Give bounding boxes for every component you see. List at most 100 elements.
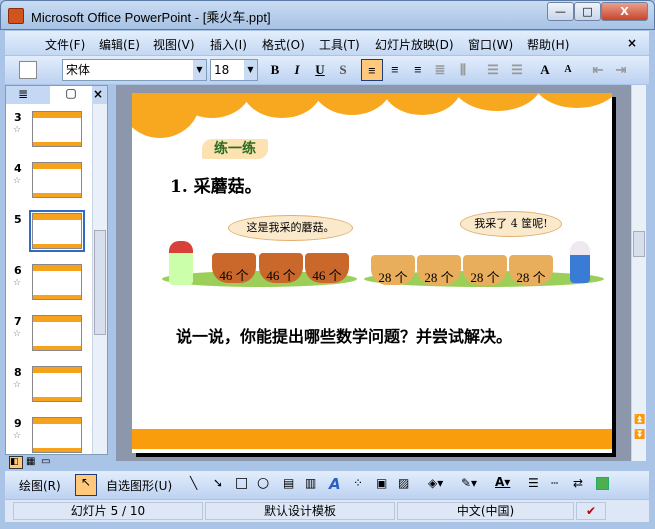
distribute-icon[interactable]: ≣: [430, 59, 450, 81]
next-slide-icon[interactable]: ⏬: [634, 430, 645, 440]
maximize-button[interactable]: □: [574, 2, 601, 21]
clipart-icon[interactable]: ▣: [376, 476, 387, 490]
rectangle-icon[interactable]: □: [235, 475, 248, 491]
question-text: 说一说，你能提出哪些数学问题？并尝试解决。: [176, 327, 513, 346]
slide-number: 3: [14, 111, 22, 124]
bold-button[interactable]: B: [265, 59, 285, 81]
slide-thumbnail[interactable]: [32, 366, 82, 402]
basket-28: 28 个: [463, 255, 507, 285]
slide-number: 8: [14, 366, 22, 379]
increase-font-button[interactable]: A: [535, 59, 555, 81]
slide-number: 9: [14, 417, 22, 430]
status-slide-count: 幻灯片 5 / 10: [13, 502, 203, 520]
slides-tab-icon[interactable]: ▢: [50, 86, 92, 104]
menu-slideshow[interactable]: 幻灯片放映(D): [375, 36, 454, 53]
menu-tools[interactable]: 工具(T): [319, 36, 360, 53]
chevron-down-icon[interactable]: ▼: [244, 60, 257, 80]
slide-number: 4: [14, 162, 22, 175]
section-heading: 练一练: [202, 139, 268, 159]
shadow-style-icon[interactable]: [596, 477, 609, 490]
basket-28: 28 个: [371, 255, 415, 285]
line-icon[interactable]: ╲: [190, 476, 197, 490]
slide-scrollbar[interactable]: ⏫ ⏬: [631, 85, 646, 461]
fill-color-icon[interactable]: ◈▾: [428, 476, 443, 490]
scroll-thumb[interactable]: [94, 230, 106, 335]
select-pointer-icon[interactable]: ↖: [75, 474, 97, 496]
arrow-style-icon[interactable]: ⇄: [573, 476, 583, 490]
shadow-button[interactable]: S: [333, 59, 353, 81]
wordart-icon[interactable]: A: [329, 475, 341, 493]
menu-edit[interactable]: 编辑(E): [99, 36, 140, 53]
menu-bar: 文件(F) 编辑(E) 视图(V) 插入(I) 格式(O) 工具(T) 幻灯片放…: [5, 31, 649, 55]
textbox-icon[interactable]: ▤: [283, 476, 294, 490]
close-button[interactable]: X: [601, 2, 648, 21]
title-bar: Microsoft Office PowerPoint - [乘火车.ppt] …: [0, 0, 655, 30]
normal-view-icon[interactable]: ◧: [9, 456, 23, 469]
slide-thumbnail[interactable]: [29, 210, 85, 252]
outline-tab-icon[interactable]: ≣: [18, 87, 28, 101]
decrease-indent-icon[interactable]: ⇤: [589, 59, 607, 81]
chevron-down-icon[interactable]: ▼: [193, 60, 206, 80]
align-center-icon[interactable]: ≡: [385, 59, 405, 81]
minimize-button[interactable]: —: [547, 2, 574, 21]
animation-star-icon: ☆: [13, 380, 22, 390]
status-template: 默认设计模板: [205, 502, 395, 520]
panel-tabs: ≣ ▢ ×: [6, 86, 107, 104]
animation-star-icon: ☆: [13, 329, 22, 339]
numbering-icon[interactable]: ☰: [483, 59, 503, 81]
underline-button[interactable]: U: [310, 59, 330, 81]
view-buttons: ◧ ▦ ▭: [6, 456, 108, 470]
slide-thumbnail[interactable]: [32, 315, 82, 351]
autoshapes-menu[interactable]: 自选图形(U): [106, 477, 172, 494]
drawing-toolbar: 绘图(R) ↖ 自选图形(U) ╲ ➘ □ ○ ▤ ▥ A ⁘ ▣ ▨ ◈▾ ✎…: [5, 471, 649, 499]
menu-insert[interactable]: 插入(I): [210, 36, 247, 53]
decrease-font-button[interactable]: A: [558, 59, 578, 81]
new-document-icon[interactable]: [19, 61, 37, 79]
slide-thumbnail[interactable]: [32, 111, 82, 147]
spellcheck-icon[interactable]: ✔: [576, 502, 606, 520]
powerpoint-icon: [8, 8, 24, 24]
diagram-icon[interactable]: ⁘: [353, 476, 363, 490]
slides-panel: ≣ ▢ × 3 ☆ 4 ☆ 5 6 ☆ 7 ☆ 8 ☆ 9 ☆: [5, 85, 108, 455]
line-color-icon[interactable]: ✎▾: [461, 476, 477, 490]
rabbit-boy-illustration: [570, 241, 590, 283]
align-right-icon[interactable]: ≡: [408, 59, 428, 81]
panel-scrollbar[interactable]: [92, 104, 107, 454]
font-size-select[interactable]: 18 ▼: [210, 59, 258, 81]
font-select[interactable]: 宋体 ▼: [62, 59, 207, 81]
scroll-thumb[interactable]: [633, 231, 645, 257]
line-style-icon[interactable]: ☰: [528, 476, 539, 490]
draw-menu[interactable]: 绘图(R): [19, 477, 61, 494]
italic-button[interactable]: I: [287, 59, 307, 81]
menu-format[interactable]: 格式(O): [262, 36, 305, 53]
slide-number: 5: [14, 213, 22, 226]
animation-star-icon: ☆: [13, 278, 22, 288]
dash-style-icon[interactable]: ┄: [551, 476, 558, 490]
menu-file[interactable]: 文件(F): [45, 36, 85, 53]
slide-thumbnail[interactable]: [32, 162, 82, 198]
increase-indent-icon[interactable]: ⇥: [612, 59, 630, 81]
bullets-icon[interactable]: ☰: [507, 59, 527, 81]
status-bar: 幻灯片 5 / 10 默认设计模板 中文(中国) ✔: [5, 500, 649, 522]
font-color-icon[interactable]: A▾: [495, 475, 510, 489]
slide-number: 7: [14, 315, 22, 328]
menu-window[interactable]: 窗口(W): [468, 36, 513, 53]
slide-thumbnail[interactable]: [32, 264, 82, 300]
status-language: 中文(中国): [397, 502, 574, 520]
basket-28: 28 个: [509, 255, 553, 285]
slideshow-view-icon[interactable]: ▭: [41, 456, 50, 467]
menu-help[interactable]: 帮助(H): [527, 36, 569, 53]
panel-close-icon[interactable]: ×: [93, 87, 103, 101]
previous-slide-icon[interactable]: ⏫: [634, 415, 645, 425]
slide-thumbnail[interactable]: [32, 417, 82, 453]
menu-view[interactable]: 视图(V): [153, 36, 195, 53]
picture-icon[interactable]: ▨: [398, 476, 409, 490]
vertical-textbox-icon[interactable]: ▥: [305, 476, 316, 490]
text-direction-icon[interactable]: ⫼: [453, 59, 473, 81]
oval-icon[interactable]: ○: [257, 475, 269, 491]
sorter-view-icon[interactable]: ▦: [26, 456, 35, 467]
basket-46: 46 个: [259, 253, 303, 283]
align-left-icon[interactable]: ≡: [361, 59, 383, 81]
arrow-icon[interactable]: ➘: [213, 476, 223, 490]
menu-close-icon[interactable]: ×: [627, 36, 637, 50]
